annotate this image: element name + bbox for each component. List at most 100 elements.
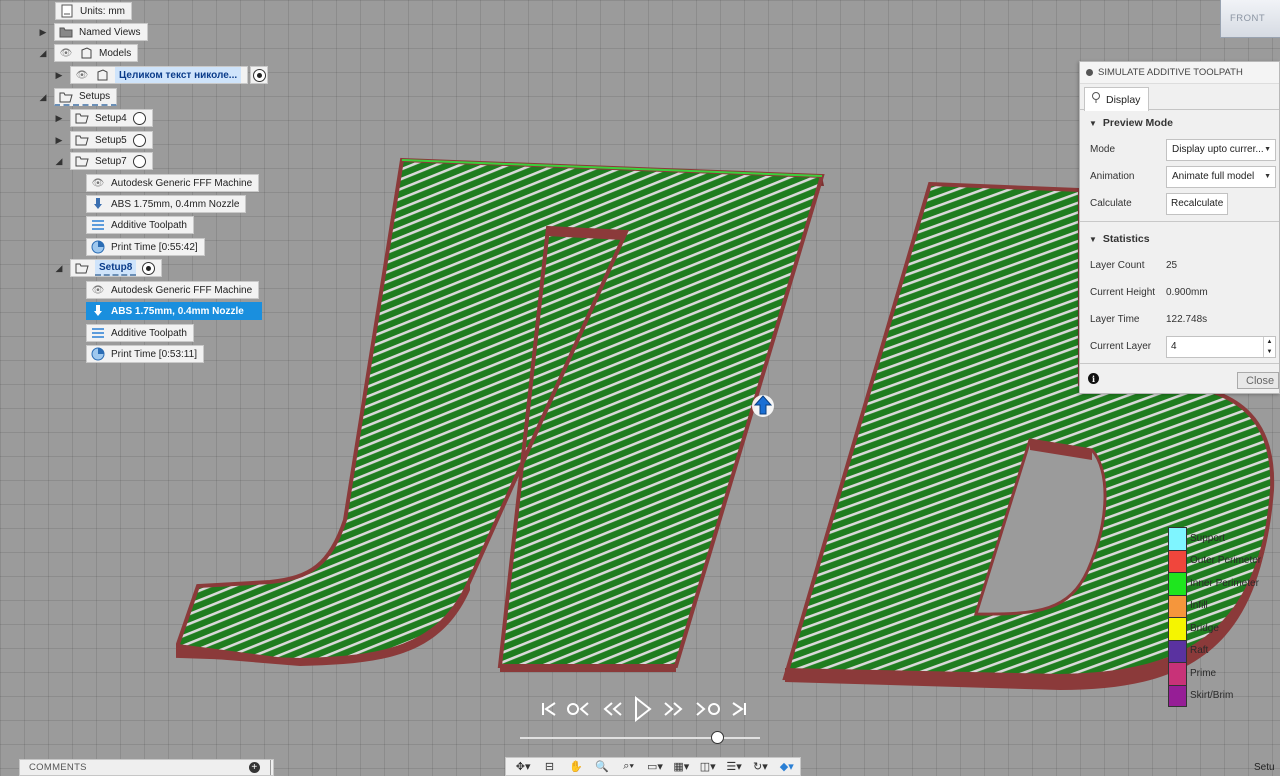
- collapse-icon[interactable]: ◢: [36, 44, 50, 62]
- setup-radio-active-icon[interactable]: [142, 261, 156, 275]
- look-at-icon[interactable]: ⊟: [536, 758, 562, 775]
- setup7-toolpath-node[interactable]: Additive Toolpath: [86, 216, 194, 234]
- animation-select[interactable]: Animate full model ▼: [1166, 165, 1276, 188]
- rewind-icon[interactable]: [596, 694, 630, 724]
- grid-icon[interactable]: ▦▾: [668, 758, 694, 775]
- machine-chip[interactable]: 👁 Autodesk Generic FFF Machine: [86, 281, 260, 299]
- timeline-slider-thumb[interactable]: [710, 731, 724, 744]
- setup4-node[interactable]: ▶ Setup4: [52, 109, 153, 127]
- play-icon[interactable]: [630, 694, 656, 724]
- add-comment-icon[interactable]: +: [249, 762, 260, 773]
- view-cube-toggle-icon[interactable]: ◆▾: [774, 758, 800, 775]
- printtime-chip[interactable]: Print Time [0:53:11]: [86, 345, 204, 363]
- setup7-printtime-node[interactable]: Print Time [0:55:42]: [86, 238, 205, 256]
- setup4-chip[interactable]: Setup4: [70, 109, 153, 127]
- first-frame-icon[interactable]: [536, 694, 562, 724]
- setups-chip[interactable]: Setups: [54, 88, 118, 106]
- eye-icon[interactable]: 👁: [91, 176, 105, 190]
- panel-header[interactable]: SIMULATE ADDITIVE TOOLPATH: [1080, 62, 1279, 84]
- mode-select[interactable]: Display upto currer... ▼: [1166, 138, 1276, 161]
- material-chip[interactable]: ABS 1.75mm, 0.4mm Nozzle: [86, 195, 247, 213]
- fast-forward-icon[interactable]: [656, 694, 690, 724]
- panel-footer: i Close: [1080, 363, 1279, 393]
- activate-radio[interactable]: [250, 66, 269, 84]
- setup-radio-icon[interactable]: [132, 133, 146, 147]
- models-node[interactable]: ◢ 👁 Models: [36, 44, 139, 62]
- material-chip-selected[interactable]: ABS 1.75mm, 0.4mm Nozzle: [86, 302, 262, 320]
- orbit-cursor-icon: [749, 392, 777, 423]
- model-component-node[interactable]: ▶ 👁 Целиком текст николе...: [52, 66, 269, 84]
- setup4-label: Setup4: [95, 112, 127, 124]
- expand-icon[interactable]: ▶: [52, 131, 66, 149]
- units-node[interactable]: Units: mm: [55, 2, 132, 20]
- orbit-icon[interactable]: ✥▾: [510, 758, 536, 775]
- units-chip[interactable]: Units: mm: [55, 2, 132, 20]
- preview-mode-header[interactable]: ▼ Preview Mode: [1080, 110, 1279, 136]
- setup8-printtime-node[interactable]: Print Time [0:53:11]: [86, 345, 204, 363]
- split-handle[interactable]: [270, 760, 273, 775]
- setup7-node[interactable]: ◢ Setup7: [52, 152, 153, 170]
- setup5-chip[interactable]: Setup5: [70, 131, 153, 149]
- toolpath-chip[interactable]: Additive Toolpath: [86, 216, 194, 234]
- status-setup-text: Setu: [1254, 762, 1275, 773]
- comments-bar[interactable]: COMMENTS +: [19, 759, 274, 776]
- layer-time-row: Layer Time 122.748s: [1080, 306, 1279, 333]
- timeline-slider[interactable]: [520, 731, 760, 744]
- setup8-material-node[interactable]: ABS 1.75mm, 0.4mm Nozzle: [86, 302, 262, 320]
- setup-radio-icon[interactable]: [132, 154, 146, 168]
- statistics-header[interactable]: ▼ Statistics: [1080, 226, 1279, 252]
- refresh-icon[interactable]: ↻▾: [747, 758, 773, 775]
- setups-node[interactable]: ◢ Setups: [36, 88, 118, 106]
- recalculate-button[interactable]: Recalculate: [1166, 192, 1229, 215]
- dropdown-arrow-icon: ▼: [1264, 173, 1271, 180]
- named-views-node[interactable]: ▶ Named Views: [36, 23, 148, 41]
- pan-hand-icon[interactable]: ✋: [563, 758, 589, 775]
- zoom-window-icon[interactable]: ⌕▾: [615, 758, 641, 775]
- info-icon[interactable]: i: [1088, 373, 1099, 384]
- spinner-arrows-icon[interactable]: ▲ ▼: [1263, 336, 1275, 357]
- named-views-chip[interactable]: Named Views: [54, 23, 148, 41]
- viewcube[interactable]: FRONT: [1220, 0, 1280, 40]
- setup8-toolpath-node[interactable]: Additive Toolpath: [86, 324, 194, 342]
- expand-icon[interactable]: ▶: [52, 109, 66, 127]
- setup7-material-node[interactable]: ABS 1.75mm, 0.4mm Nozzle: [86, 195, 247, 213]
- close-button[interactable]: Close: [1237, 372, 1279, 389]
- machine-label: Autodesk Generic FFF Machine: [111, 284, 253, 296]
- previous-key-icon[interactable]: [562, 694, 596, 724]
- setup7-machine-node[interactable]: 👁 Autodesk Generic FFF Machine: [86, 174, 260, 192]
- last-frame-icon[interactable]: [726, 694, 752, 724]
- setup5-node[interactable]: ▶ Setup5: [52, 131, 153, 149]
- current-layer-spinner[interactable]: 4 ▲ ▼: [1166, 335, 1276, 358]
- legend-swatch: [1168, 639, 1187, 662]
- section-analysis-icon[interactable]: ☰▾: [721, 758, 747, 775]
- tab-display[interactable]: Display: [1084, 87, 1150, 111]
- setup8-chip[interactable]: Setup8: [70, 259, 163, 277]
- eye-icon[interactable]: 👁: [59, 46, 73, 60]
- eye-icon[interactable]: 👁: [75, 68, 89, 82]
- collapse-dot-icon[interactable]: [1086, 69, 1093, 76]
- machine-chip[interactable]: 👁 Autodesk Generic FFF Machine: [86, 174, 260, 192]
- expand-icon[interactable]: ▶: [36, 23, 50, 41]
- statistics-heading: Statistics: [1102, 233, 1150, 245]
- viewports-icon[interactable]: ◫▾: [695, 758, 721, 775]
- collapse-icon[interactable]: ◢: [52, 152, 66, 170]
- next-key-icon[interactable]: [690, 694, 726, 724]
- model-component-chip[interactable]: 👁 Целиком текст николе...: [70, 66, 249, 84]
- setup8-node[interactable]: ◢ Setup8: [52, 259, 163, 277]
- models-chip[interactable]: 👁 Models: [54, 44, 139, 62]
- setup8-machine-node[interactable]: 👁 Autodesk Generic FFF Machine: [86, 281, 260, 299]
- eye-icon[interactable]: 👁: [91, 283, 105, 297]
- setup-radio-icon[interactable]: [132, 111, 146, 125]
- zoom-icon[interactable]: 🔍: [589, 758, 615, 775]
- toolpath-chip[interactable]: Additive Toolpath: [86, 324, 194, 342]
- printtime-label: Print Time [0:53:11]: [111, 348, 197, 360]
- collapse-icon[interactable]: ◢: [52, 259, 66, 277]
- setup7-chip[interactable]: Setup7: [70, 152, 153, 170]
- collapse-icon[interactable]: ◢: [36, 88, 50, 106]
- expand-icon[interactable]: ▶: [52, 66, 66, 84]
- display-settings-icon[interactable]: ▭▾: [642, 758, 668, 775]
- printtime-chip[interactable]: Print Time [0:55:42]: [86, 238, 205, 256]
- calculate-label: Calculate: [1090, 198, 1132, 209]
- material-label: ABS 1.75mm, 0.4mm Nozzle: [111, 198, 240, 210]
- document-icon: [60, 4, 74, 18]
